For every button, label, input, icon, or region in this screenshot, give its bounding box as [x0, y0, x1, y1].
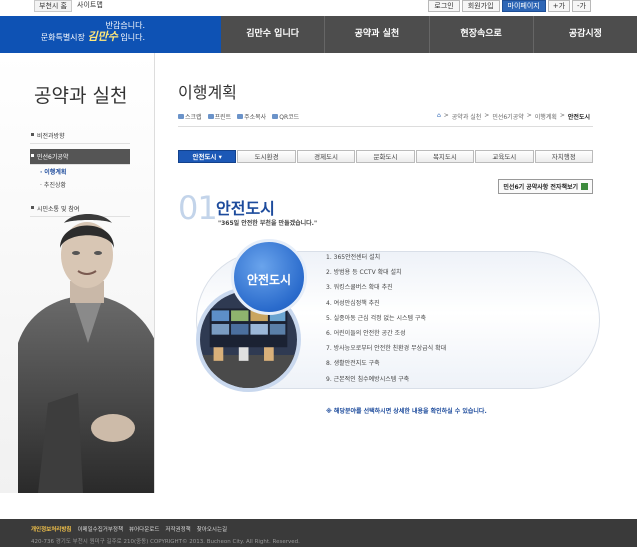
list-item: 3. 워킹스쿨버스 확대 추진 — [326, 284, 393, 292]
sidebar-title: 공약과 실천 — [34, 85, 128, 107]
bucheon-home-link[interactable]: 부천시 홈 — [34, 0, 72, 12]
footer-link-privacy[interactable]: 개인정보처리방침 — [31, 525, 71, 533]
nav-item-pledges[interactable]: 공약과 실천 — [324, 16, 428, 53]
footer-address: 420-736 경기도 부천시 원미구 길주로 210(중동) COPYRIGH… — [31, 539, 300, 545]
footer-link-viewer[interactable]: 뷰어다운로드 — [129, 525, 159, 533]
signup-button[interactable]: 회원가입 — [461, 0, 500, 12]
list-item: 8. 생활안전지도 구축 — [326, 360, 380, 368]
brand-mayor-name: 김만수 — [87, 30, 118, 43]
breadcrumb-item[interactable]: 민선6기공약 — [492, 112, 523, 121]
mypage-button[interactable]: 마이페이지 — [501, 0, 546, 12]
tab-economy[interactable]: 경제도시 — [296, 150, 356, 163]
header: 반갑습니다. 문화특별시장 김만수 입니다. 김만수 입니다 공약과 실천 현장… — [0, 16, 637, 53]
breadcrumb-item[interactable]: 공약과 실천 — [452, 112, 482, 121]
print-tool[interactable]: 프린트 — [207, 112, 231, 121]
scrap-tool[interactable]: 스크랩 — [178, 112, 202, 121]
safety-badge: 안전도시 — [231, 239, 307, 315]
list-item: 7. 방사능오로부터 안전한 친환경 무상급식 확대 — [326, 345, 447, 353]
nav-item-field[interactable]: 현장속으로 — [428, 16, 533, 53]
sidebar-item-pledges[interactable]: 민선6기공약 — [30, 149, 130, 165]
print-icon — [207, 114, 214, 119]
footer-link-directions[interactable]: 찾아오시는길 — [197, 525, 227, 533]
tab-education[interactable]: 교육도시 — [475, 150, 534, 163]
sidebar-item-vision[interactable]: 비전과방향 — [30, 128, 130, 144]
qr-code-tool[interactable]: QR코드 — [272, 112, 299, 121]
sidebar-subitem-progress[interactable]: 추진상황 — [30, 178, 130, 191]
sitemap-link[interactable]: 사이트맵 — [75, 0, 105, 12]
scrap-icon — [178, 114, 184, 119]
utility-left: 부천시 홈 사이트맵 — [34, 0, 105, 12]
home-icon[interactable]: ⌂ — [437, 112, 441, 121]
ebook-button[interactable]: 민선6기 공약사항 전자책보기 — [498, 179, 593, 194]
utility-right: 로그인 회원가입 마이페이지 +가 -가 — [428, 0, 591, 12]
sidebar: 공약과 실천 비전과방향 민선6기공약 이행계획 추진상황 시민소통 및 참여 — [0, 53, 155, 493]
brand-logo[interactable]: 반갑습니다. 문화특별시장 김만수 입니다. — [0, 16, 221, 53]
brand-mayor-line: 문화특별시장 김만수 입니다. — [0, 31, 145, 44]
tab-environment[interactable]: 도시환경 — [237, 150, 296, 163]
footer-links: 개인정보처리방침 이메일수집거부정책 뷰어다운로드 저작권정책 찾아오시는길 — [31, 525, 227, 533]
list-item: 6. 어린이들의 안전한 공간 조성 — [326, 330, 406, 338]
brand-suffix: 입니다. — [120, 33, 145, 42]
copy-url-tool[interactable]: 주소복사 — [237, 112, 266, 121]
list-item: 1. 365안전센터 설치 — [326, 254, 381, 261]
category-tabs: 안전도시 ▾ 도시환경 경제도시 문화도시 복지도시 교육도시 자치행정 — [178, 150, 593, 163]
breadcrumb-item[interactable]: 이행계획 — [535, 112, 557, 121]
pledge-visual: 안전도시 1. 365안전센터 설치 2. 방범용 등 CCTV 확대 설치 3… — [186, 239, 600, 415]
link-icon — [237, 114, 244, 119]
font-increase-button[interactable]: +가 — [547, 0, 571, 12]
tab-culture[interactable]: 문화도시 — [356, 150, 415, 163]
nav-item-communication[interactable]: 공감시정 — [532, 16, 637, 53]
tab-autonomy[interactable]: 자치행정 — [534, 150, 593, 163]
brand-greeting: 반갑습니다. — [105, 21, 145, 30]
ebook-icon — [581, 183, 588, 190]
brand-title: 문화특별시장 — [40, 33, 85, 42]
login-button[interactable]: 로그인 — [428, 0, 460, 12]
list-item: 2. 방범용 등 CCTV 확대 설치 — [326, 269, 402, 277]
utility-bar: 부천시 홈 사이트맵 로그인 회원가입 마이페이지 +가 -가 — [0, 0, 637, 16]
chevron-down-icon: ▾ — [218, 153, 222, 161]
font-decrease-button[interactable]: -가 — [572, 0, 591, 12]
main-nav: 김만수 입니다 공약과 실천 현장속으로 공감시정 — [221, 16, 637, 53]
list-item: 9. 근본적인 침수예방시스템 구축 — [326, 375, 410, 383]
footer: 개인정보처리방침 이메일수집거부정책 뷰어다운로드 저작권정책 찾아오시는길 4… — [0, 519, 637, 547]
section-title: 안전도시 — [216, 199, 275, 218]
title-divider — [178, 126, 593, 127]
nav-item-about[interactable]: 김만수 입니다 — [221, 16, 324, 53]
plan-list: 1. 365안전센터 설치 2. 방범용 등 CCTV 확대 설치 3. 워킹스… — [326, 250, 446, 387]
footer-link-copyright[interactable]: 저작권정책 — [165, 525, 190, 533]
page-tools: 스크랩 프린트 주소복사 QR코드 — [178, 112, 299, 121]
breadcrumb: ⌂ > 공약과 실천 > 민선6기공약 > 이행계획 > 안전도시 — [436, 112, 590, 121]
tab-safety[interactable]: 안전도시 ▾ — [178, 150, 237, 163]
tab-welfare[interactable]: 복지도시 — [415, 150, 475, 163]
section-quote: "365일 안전한 부천을 만들겠습니다." — [218, 220, 318, 227]
mayor-portrait — [18, 214, 154, 493]
sidebar-subitem-plan[interactable]: 이행계획 — [30, 165, 130, 178]
page-title: 이행계획 — [178, 83, 237, 102]
breadcrumb-current: 안전도시 — [567, 114, 590, 121]
list-item: 4. 여성안심정책 추진 — [326, 299, 380, 307]
qr-icon — [272, 114, 279, 119]
footer-link-email-policy[interactable]: 이메일수집거부정책 — [77, 525, 123, 533]
section-number: 01 — [178, 189, 218, 227]
detail-note: ※ 해당분야를 선택하시면 상세한 내용을 확인하실 수 있습니다. — [326, 408, 487, 415]
list-item: 5. 실종아동 근심 걱정 없는 시스템 구축 — [326, 314, 426, 322]
